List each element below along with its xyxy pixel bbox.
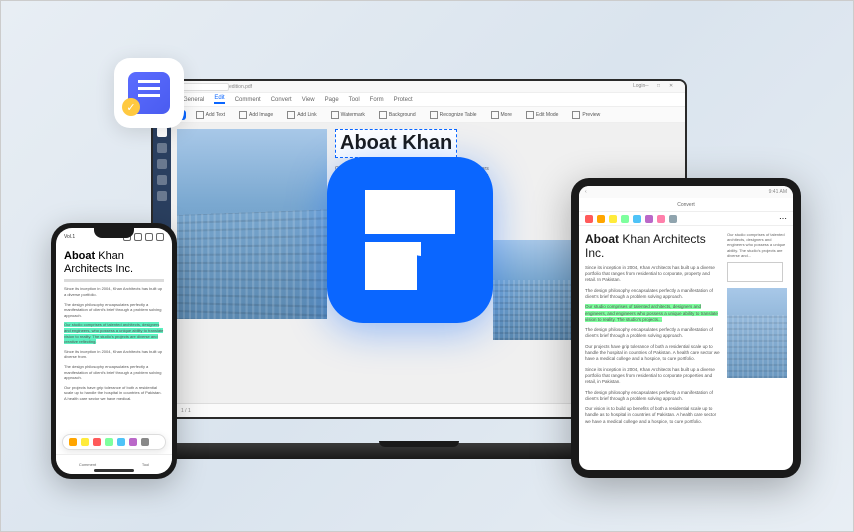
phone-color-toolbar (62, 434, 166, 450)
menu-view[interactable]: View (302, 97, 315, 103)
color-pink[interactable] (657, 215, 665, 223)
tablet-paragraph: Since its inception in 2004, Khan Archit… (585, 367, 721, 386)
color-red[interactable] (93, 438, 101, 446)
watermark-button[interactable]: Watermark (327, 109, 369, 121)
menu-page[interactable]: Page (325, 97, 339, 103)
preview-button[interactable]: Preview (568, 109, 604, 121)
tablet-toolbar: ⋯ (579, 212, 793, 226)
tablet-menu-convert[interactable]: Convert (677, 202, 695, 208)
color-blue[interactable] (633, 215, 641, 223)
task-list-app-icon: ✓ (114, 58, 184, 128)
tablet-doc-title: Aboat Khan Architects Inc. (585, 232, 721, 261)
comments-icon[interactable] (157, 175, 167, 185)
tablet-paragraph: Our vision is to build up benefits of bo… (585, 406, 721, 425)
login-link[interactable]: Login (633, 83, 641, 91)
phone-highlighted: Our studio comprises of talented archite… (64, 322, 164, 344)
tablet-paragraph: The design philosophy encapsulates perfe… (585, 327, 721, 340)
home-indicator[interactable] (94, 469, 134, 472)
phone-paragraph: Since its inception in 2004, Khan Archit… (64, 286, 164, 297)
tablet-statusbar: ‹ 9:41 AM (579, 186, 793, 198)
close-icon[interactable]: ✕ (669, 83, 677, 91)
app-toolbar: Edit Add Text Add Image Add Link Waterma… (153, 107, 685, 123)
menu-convert[interactable]: Convert (271, 97, 292, 103)
phone-paragraph: Our projects have grip tolerance of both… (64, 385, 164, 402)
color-red[interactable] (585, 215, 593, 223)
app-titlebar: edition.pdf Login ─ □ ✕ (153, 81, 685, 93)
tablet-screen: ‹ 9:41 AM Convert ⋯ Aboat Khan Architect… (579, 186, 793, 470)
pdf-app-logo (327, 157, 493, 323)
list-icon[interactable] (134, 233, 142, 241)
more-icon[interactable]: ⋯ (779, 214, 787, 223)
color-gray[interactable] (141, 438, 149, 446)
tablet-device: ‹ 9:41 AM Convert ⋯ Aboat Khan Architect… (571, 178, 801, 478)
tablet-menu: Convert (579, 198, 793, 212)
doc-title-editing[interactable]: Aboat Khan (335, 129, 457, 158)
phone-volume-label: Vol.1 (64, 234, 75, 240)
tablet-paragraph: Our projects have grip tolerance of both… (585, 344, 721, 363)
maximize-icon[interactable]: □ (657, 83, 665, 91)
logo-f-icon (365, 190, 455, 290)
menu-comment[interactable]: Comment (235, 97, 261, 103)
app-menu: General Edit Comment Convert View Page T… (153, 93, 685, 107)
phone-paragraph: Since its inception in 2004, Khan Archit… (64, 349, 164, 360)
color-gray[interactable] (669, 215, 677, 223)
tablet-paragraph: The design philosophy encapsulates perfe… (585, 390, 721, 403)
tablet-paragraph: Since its inception in 2004, Khan Archit… (585, 265, 721, 284)
background-button[interactable]: Background (375, 109, 420, 121)
phone-document[interactable]: Aboat Khan Architects Inc. Since its inc… (56, 246, 172, 442)
menu-form[interactable]: Form (370, 97, 384, 103)
minimize-icon[interactable]: ─ (645, 83, 653, 91)
tablet-document[interactable]: Aboat Khan Architects Inc. Since its inc… (579, 226, 793, 470)
tablet-highlighted: Our studio comprises of talented archite… (585, 304, 721, 323)
menu-protect[interactable]: Protect (394, 97, 413, 103)
edit-mode-button[interactable]: Edit Mode (522, 109, 563, 121)
tablet-side-text: Our studio comprises of talented archite… (727, 232, 787, 258)
color-green[interactable] (105, 438, 113, 446)
menu-general[interactable]: General (183, 97, 204, 103)
menu-icon[interactable] (156, 233, 164, 241)
color-orange[interactable] (69, 438, 77, 446)
color-orange[interactable] (597, 215, 605, 223)
more-button[interactable]: More (487, 109, 516, 121)
page-indicator[interactable]: 1 / 1 (181, 408, 191, 414)
phone-paragraph: The design philosophy encapsulates perfe… (64, 302, 164, 319)
nav-tool[interactable]: Tool (142, 462, 149, 467)
phone-notch (94, 228, 134, 238)
thumbnails-icon[interactable] (157, 127, 167, 137)
color-blue[interactable] (117, 438, 125, 446)
color-green[interactable] (621, 215, 629, 223)
phone-paragraph: The design philosophy encapsulates perfe… (64, 364, 164, 381)
phone-device: Vol.1 Aboat Khan Architects Inc. Since i… (51, 223, 177, 479)
attachments-icon[interactable] (157, 159, 167, 169)
add-text-button[interactable]: Add Text (192, 109, 229, 121)
checkmark-badge-icon: ✓ (122, 98, 140, 116)
back-icon[interactable]: ‹ (585, 189, 587, 195)
tablet-table (727, 262, 783, 282)
task-list-icon: ✓ (128, 72, 170, 114)
color-purple[interactable] (645, 215, 653, 223)
phone-screen: Vol.1 Aboat Khan Architects Inc. Since i… (56, 228, 172, 474)
tablet-paragraph: The design philosophy encapsulates perfe… (585, 288, 721, 301)
tablet-building-image (727, 288, 787, 378)
color-yellow[interactable] (609, 215, 617, 223)
filename: edition.pdf (229, 84, 252, 90)
nav-comment[interactable]: Comment (79, 462, 96, 467)
add-link-button[interactable]: Add Link (283, 109, 320, 121)
color-yellow[interactable] (81, 438, 89, 446)
recognize-table-button[interactable]: Recognize Table (426, 109, 481, 121)
building-image (177, 129, 327, 319)
bookmarks-icon[interactable] (157, 143, 167, 153)
grid-icon[interactable] (145, 233, 153, 241)
tablet-time: 9:41 AM (769, 189, 787, 195)
menu-edit[interactable]: Edit (214, 95, 224, 104)
menu-tool[interactable]: Tool (349, 97, 360, 103)
color-purple[interactable] (129, 438, 137, 446)
search-icon[interactable] (157, 191, 167, 201)
phone-doc-title: Aboat Khan Architects Inc. (64, 250, 164, 276)
add-image-button[interactable]: Add Image (235, 109, 277, 121)
